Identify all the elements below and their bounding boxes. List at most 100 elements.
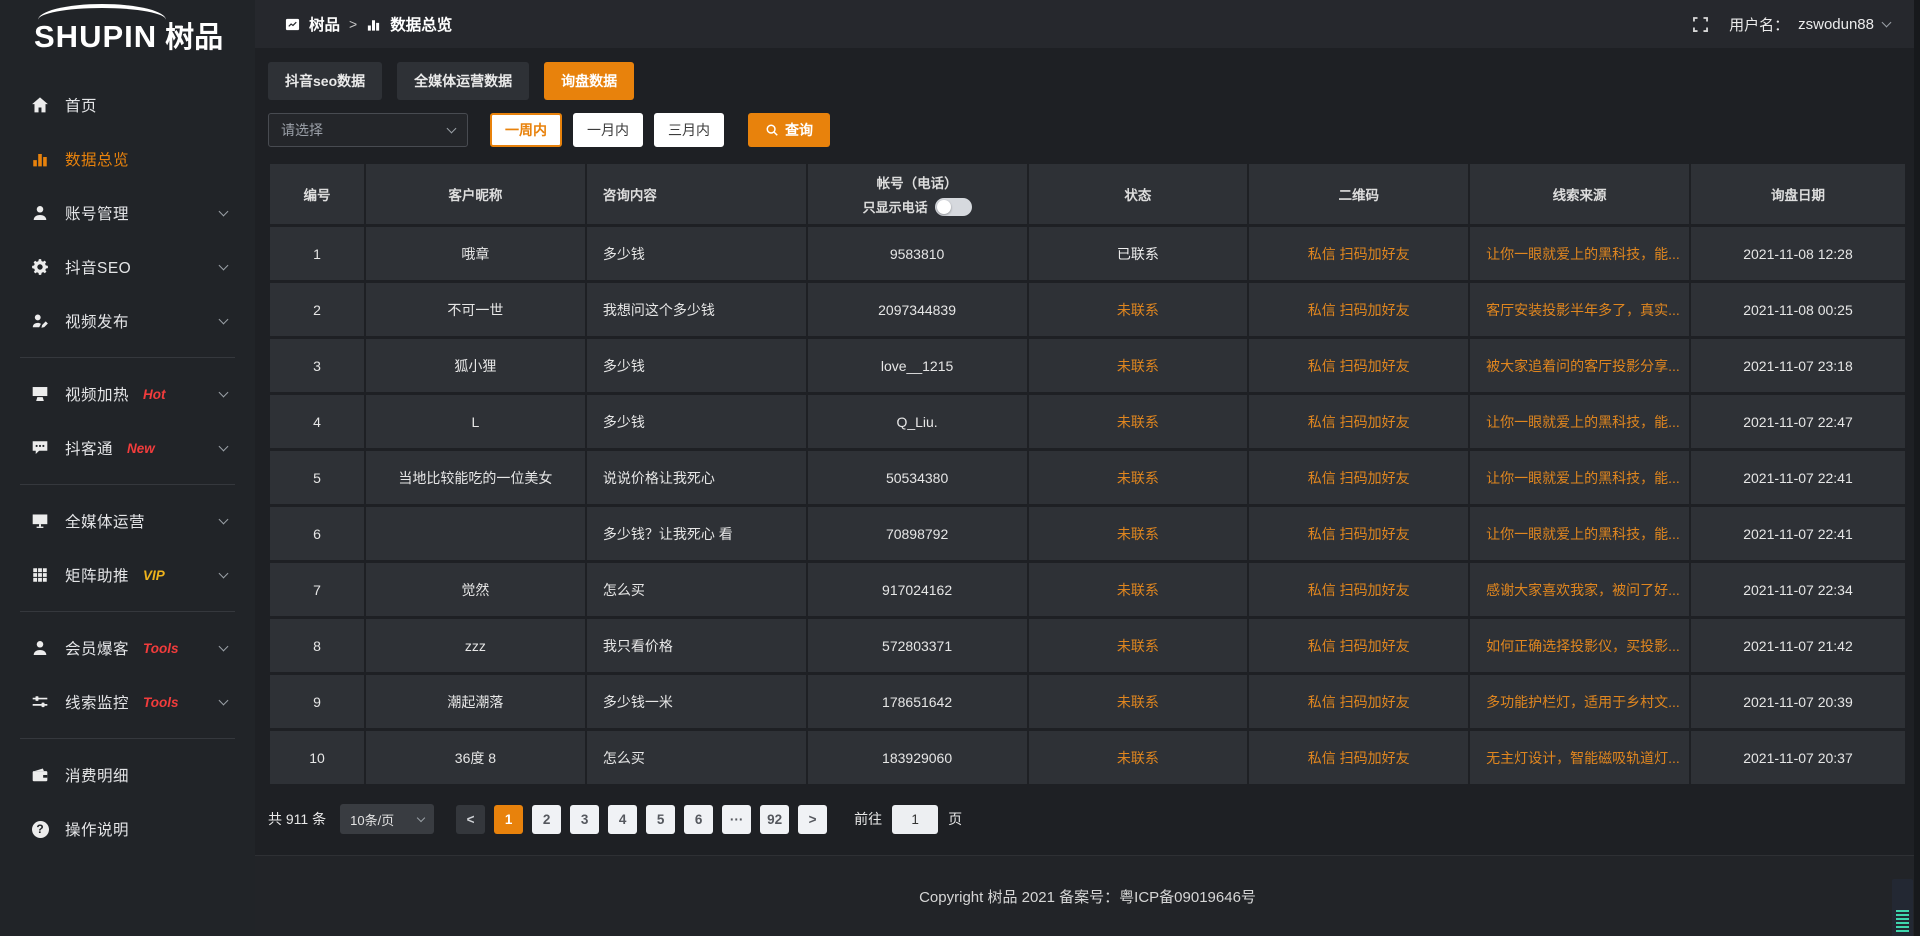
cell-nickname: 36度 8 [366, 731, 585, 784]
page-size-select[interactable]: 10条/页 [340, 804, 434, 834]
sidebar-item-label: 首页 [65, 94, 97, 116]
data-tabs: 抖音seo数据 全媒体运营数据 询盘数据 [268, 62, 1907, 100]
cell-source-link[interactable]: 客厅安装投影半年多了，真实... [1470, 283, 1689, 336]
sidebar-item-matrix-boost[interactable]: 矩阵助推 VIP [0, 548, 255, 602]
cell-nickname [366, 507, 585, 560]
page-button-4[interactable]: 4 [608, 805, 637, 834]
tools-badge: Tools [143, 641, 179, 656]
more-pages-button[interactable]: ··· [722, 805, 751, 834]
cell-no: 2 [270, 283, 364, 336]
cell-qr-links[interactable]: 私信 扫码加好友 [1249, 675, 1468, 728]
col-header-nickname: 客户昵称 [366, 164, 585, 224]
sidebar-item-home[interactable]: 首页 [0, 78, 255, 132]
app-logo[interactable]: SHUPIN树品 [0, 0, 255, 64]
fullscreen-icon[interactable] [1692, 16, 1709, 33]
page-button-5[interactable]: 5 [646, 805, 675, 834]
range-button-month[interactable]: 一月内 [573, 113, 643, 147]
monitor-heat-icon [30, 384, 50, 404]
cell-source-link[interactable]: 如何正确选择投影仪，买投影... [1470, 619, 1689, 672]
cell-source-link[interactable]: 感谢大家喜欢我家，被问了好... [1470, 563, 1689, 616]
phone-only-toggle[interactable] [935, 198, 972, 216]
cell-no: 6 [270, 507, 364, 560]
cell-qr-links[interactable]: 私信 扫码加好友 [1249, 507, 1468, 560]
performance-monitor-widget [1892, 879, 1913, 936]
logo-text-en: SHUPIN [34, 19, 157, 54]
sidebar-item-lead-monitor[interactable]: 线索监控 Tools [0, 675, 255, 729]
cell-date: 2021-11-07 22:41 [1691, 451, 1905, 504]
cell-qr-links[interactable]: 私信 扫码加好友 [1249, 339, 1468, 392]
cell-source-link[interactable]: 被大家追着问的客厅投影分享... [1470, 339, 1689, 392]
cell-content: 多少钱一米 [587, 675, 806, 728]
cell-account: 572803371 [808, 619, 1027, 672]
tab-douyin-seo-data[interactable]: 抖音seo数据 [268, 62, 382, 100]
cell-source-link[interactable]: 让你一眼就爱上的黑科技，能... [1470, 395, 1689, 448]
col-header-date: 询盘日期 [1691, 164, 1905, 224]
prev-page-button[interactable]: < [456, 805, 485, 834]
page-footer: Copyright 树品 2021 备案号：粤ICP备09019646号 [255, 855, 1920, 936]
cell-nickname: 狐小狸 [366, 339, 585, 392]
account-select[interactable]: 请选择 [268, 113, 468, 147]
sidebar-item-video-heat[interactable]: 视频加热 Hot [0, 367, 255, 421]
range-button-quarter[interactable]: 三月内 [654, 113, 724, 147]
grid-icon [30, 565, 50, 585]
cell-source-link[interactable]: 让你一眼就爱上的黑科技，能... [1470, 227, 1689, 280]
sidebar-item-account-management[interactable]: 账号管理 [0, 186, 255, 240]
scrollbar-track[interactable] [1914, 0, 1920, 936]
cell-no: 1 [270, 227, 364, 280]
next-page-button[interactable]: > [798, 805, 827, 834]
sidebar-item-instructions[interactable]: ? 操作说明 [0, 802, 255, 856]
sidebar-item-member-burst[interactable]: 会员爆客 Tools [0, 621, 255, 675]
cell-source-link[interactable]: 让你一眼就爱上的黑科技，能... [1470, 507, 1689, 560]
date-range-group: 一周内 一月内 三月内 [490, 113, 724, 147]
sidebar-item-data-overview[interactable]: 数据总览 [0, 132, 255, 186]
cell-no: 4 [270, 395, 364, 448]
table-row: 8 zzz 我只看价格 572803371 未联系 私信 扫码加好友 如何正确选… [270, 619, 1905, 672]
search-icon [765, 123, 779, 137]
goto-suffix: 页 [948, 809, 962, 829]
cell-source-link[interactable]: 让你一眼就爱上的黑科技，能... [1470, 451, 1689, 504]
cell-qr-links[interactable]: 私信 扫码加好友 [1249, 619, 1468, 672]
breadcrumb-root[interactable]: 树品 [309, 13, 340, 35]
cell-qr-links[interactable]: 私信 扫码加好友 [1249, 563, 1468, 616]
chevron-down-icon [219, 388, 229, 398]
cell-qr-links[interactable]: 私信 扫码加好友 [1249, 283, 1468, 336]
video-publish-icon [30, 311, 50, 331]
page-button-92[interactable]: 92 [760, 805, 789, 834]
sidebar-item-all-media[interactable]: 全媒体运营 [0, 494, 255, 548]
sidebar: SHUPIN树品 首页 数据总览 账号管理 抖音SEO [0, 0, 255, 936]
user-menu[interactable]: 用户名：zswodun88 [1729, 14, 1890, 35]
page-button-6[interactable]: 6 [684, 805, 713, 834]
filter-bar: 请选择 一周内 一月内 三月内 查询 [268, 113, 1907, 147]
cell-nickname: 哦章 [366, 227, 585, 280]
sidebar-item-doukettong[interactable]: 抖客通 New [0, 421, 255, 475]
cell-qr-links[interactable]: 私信 扫码加好友 [1249, 731, 1468, 784]
sidebar-item-consumption-detail[interactable]: 消费明细 [0, 748, 255, 802]
goto-page-input[interactable]: 1 [892, 805, 938, 834]
sidebar-item-label: 线索监控 [65, 691, 129, 713]
cell-source-link[interactable]: 无主灯设计，智能磁吸轨道灯... [1470, 731, 1689, 784]
range-button-week[interactable]: 一周内 [490, 113, 562, 147]
cell-qr-links[interactable]: 私信 扫码加好友 [1249, 227, 1468, 280]
cell-nickname: L [366, 395, 585, 448]
cell-status: 未联系 [1029, 339, 1248, 392]
page-button-1[interactable]: 1 [494, 805, 523, 834]
page-button-2[interactable]: 2 [532, 805, 561, 834]
breadcrumb-current[interactable]: 数据总览 [390, 13, 452, 35]
cell-date: 2021-11-07 22:34 [1691, 563, 1905, 616]
sidebar-item-video-publish[interactable]: 视频发布 [0, 294, 255, 348]
bar-chart-icon [30, 149, 50, 169]
sidebar-item-label: 数据总览 [65, 148, 129, 170]
cell-source-link[interactable]: 多功能护栏灯，适用于乡村文... [1470, 675, 1689, 728]
chevron-down-icon [1882, 18, 1892, 28]
cell-qr-links[interactable]: 私信 扫码加好友 [1249, 451, 1468, 504]
tab-all-media-data[interactable]: 全媒体运营数据 [397, 62, 529, 100]
cell-qr-links[interactable]: 私信 扫码加好友 [1249, 395, 1468, 448]
search-button[interactable]: 查询 [748, 113, 830, 147]
sidebar-item-douyin-seo[interactable]: 抖音SEO [0, 240, 255, 294]
display-icon [30, 511, 50, 531]
cell-nickname: 不可一世 [366, 283, 585, 336]
cell-status: 未联系 [1029, 283, 1248, 336]
page-button-3[interactable]: 3 [570, 805, 599, 834]
sidebar-item-label: 会员爆客 [65, 637, 129, 659]
tab-inquiry-data[interactable]: 询盘数据 [544, 62, 634, 100]
